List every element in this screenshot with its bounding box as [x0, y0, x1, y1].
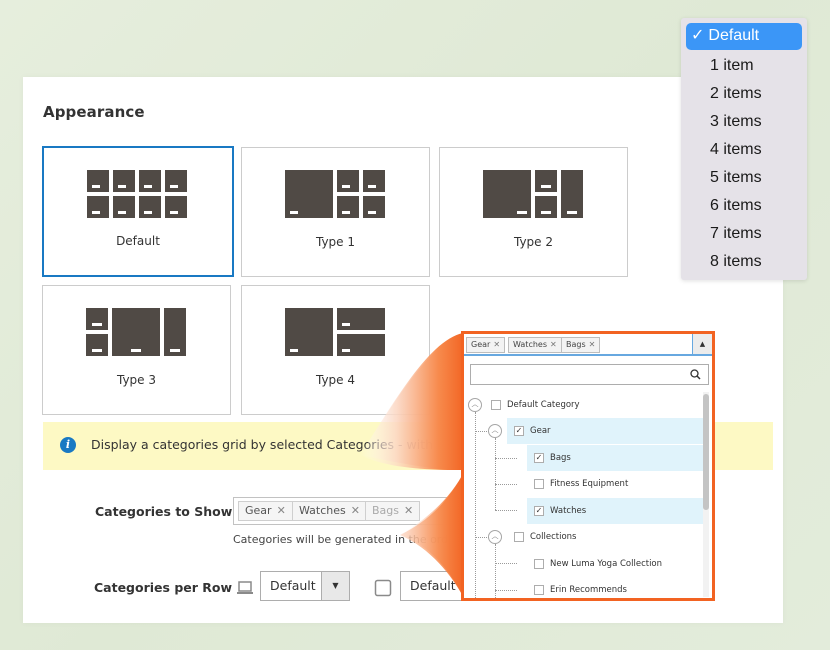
- collapse-icon[interactable]: ︿: [468, 398, 482, 412]
- collapse-icon[interactable]: ︿: [488, 424, 502, 438]
- checkbox[interactable]: [491, 400, 501, 410]
- layout-label: Type 2: [513, 235, 553, 249]
- remove-tag-icon[interactable]: ✕: [351, 504, 360, 517]
- popup-tag-bags[interactable]: Bags ✕: [561, 337, 601, 353]
- category-tag-bags[interactable]: Bags ✕: [365, 501, 421, 521]
- layout-card-type-1[interactable]: Type 1: [241, 147, 430, 277]
- laptop-icon: [237, 581, 253, 594]
- layout-card-type-3[interactable]: Type 3: [42, 285, 231, 415]
- category-search-input[interactable]: [470, 364, 709, 385]
- per-row-dropdown-menu: ✓ Default 1 item 2 items 3 items 4 items …: [681, 18, 807, 280]
- tree-item-erin-recommends[interactable]: Erin Recommends: [527, 577, 704, 598]
- dropdown-option[interactable]: 2 items: [686, 81, 802, 107]
- collapse-icon[interactable]: ︿: [488, 530, 502, 544]
- dropdown-option[interactable]: 1 item: [686, 53, 802, 79]
- checkbox[interactable]: [514, 532, 524, 542]
- checkbox[interactable]: [534, 585, 544, 595]
- dropdown-option-default[interactable]: ✓ Default: [686, 23, 802, 50]
- chevron-down-icon[interactable]: ▼: [321, 572, 349, 600]
- category-tag-watches[interactable]: Watches ✕: [292, 501, 367, 521]
- popup-tag-gear[interactable]: Gear ✕: [466, 337, 506, 353]
- layout-default-icon: [44, 170, 232, 220]
- checkbox-checked[interactable]: ✓: [514, 426, 524, 436]
- categories-per-row-label: Categories per Row: [94, 580, 233, 595]
- popup-tag-watches[interactable]: Watches ✕: [508, 337, 562, 353]
- layout-label: Default: [116, 234, 160, 248]
- categories-hint: Categories will be generated in the orde…: [233, 533, 484, 546]
- category-tag-gear[interactable]: Gear ✕: [238, 501, 293, 521]
- layout-label: Type 1: [315, 235, 355, 249]
- info-text: Display a categories grid by selected Ca…: [91, 437, 494, 452]
- tree-item-default-category[interactable]: ︿ Default Category: [464, 392, 704, 418]
- remove-tag-icon[interactable]: ✕: [589, 340, 596, 349]
- dropdown-option[interactable]: 6 items: [686, 193, 802, 219]
- checkbox[interactable]: [534, 559, 544, 569]
- remove-tag-icon[interactable]: ✕: [404, 504, 413, 517]
- tree-item-collections[interactable]: ︿ Collections: [488, 524, 704, 550]
- remove-tag-icon[interactable]: ✕: [493, 340, 500, 349]
- info-icon: i: [60, 437, 76, 453]
- dropdown-option[interactable]: 4 items: [686, 137, 802, 163]
- tree-item-gear[interactable]: ︿ ✓ Gear: [488, 418, 704, 444]
- checkbox-checked[interactable]: ✓: [534, 506, 544, 516]
- tree-item-bags[interactable]: ✓ Bags: [527, 445, 704, 471]
- layout-type-3-icon: [43, 308, 230, 358]
- search-icon[interactable]: [690, 369, 701, 380]
- tree-item-fitness-equipment[interactable]: Fitness Equipment: [527, 471, 704, 497]
- remove-tag-icon[interactable]: ✕: [550, 340, 557, 349]
- collapse-toggle-icon[interactable]: ▲: [692, 334, 712, 354]
- tree-item-watches[interactable]: ✓ Watches: [527, 498, 704, 524]
- popup-selected-tags[interactable]: Gear ✕ Watches ✕ Bags ✕ ▲: [464, 334, 712, 356]
- checkbox-checked[interactable]: ✓: [534, 453, 544, 463]
- dropdown-option[interactable]: 3 items: [686, 109, 802, 135]
- section-title: Appearance: [43, 103, 145, 121]
- dropdown-option[interactable]: 8 items: [686, 249, 802, 275]
- tablet-icon: [374, 579, 392, 597]
- layout-type-1-icon: [242, 170, 429, 220]
- categories-multiselect[interactable]: Gear ✕ Watches ✕ Bags ✕: [233, 497, 473, 525]
- layout-type-4-icon: [242, 308, 429, 358]
- dropdown-option[interactable]: 5 items: [686, 165, 802, 191]
- layout-card-default[interactable]: Default: [42, 146, 234, 277]
- tree-item-new-luma-yoga-collection[interactable]: New Luma Yoga Collection: [527, 551, 704, 577]
- desktop-per-row-select[interactable]: Default ▼: [260, 571, 350, 601]
- scrollbar-thumb[interactable]: [703, 394, 709, 510]
- layout-card-type-2[interactable]: Type 2: [439, 147, 628, 277]
- layout-card-type-4[interactable]: Type 4: [241, 285, 430, 415]
- dropdown-option[interactable]: 7 items: [686, 221, 802, 247]
- check-icon: ✓: [691, 27, 705, 44]
- scrollbar[interactable]: [703, 392, 709, 597]
- layout-label: Type 3: [116, 373, 156, 387]
- checkbox[interactable]: [534, 479, 544, 489]
- search-field[interactable]: [471, 366, 671, 385]
- layout-type-2-icon: [440, 170, 627, 220]
- categories-to-show-label: Categories to Show: [95, 504, 233, 519]
- remove-tag-icon[interactable]: ✕: [277, 504, 286, 517]
- category-tree-popup: Gear ✕ Watches ✕ Bags ✕ ▲ ︿ Default Cate…: [461, 331, 715, 601]
- layout-label: Type 4: [315, 373, 355, 387]
- category-tree: ︿ Default Category ︿ ✓ Gear ✓ Bags Fitne…: [464, 392, 704, 598]
